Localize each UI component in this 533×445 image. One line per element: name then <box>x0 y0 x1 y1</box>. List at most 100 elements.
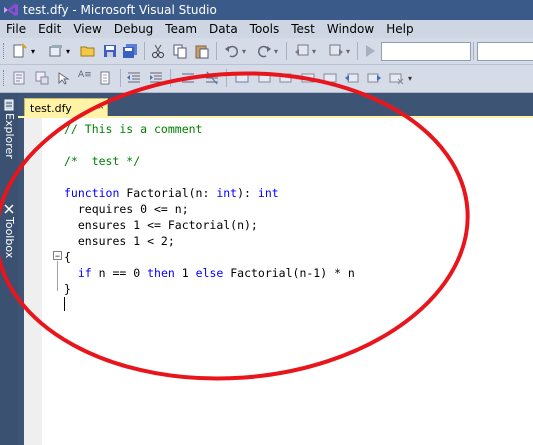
clear-bookmarks-icon[interactable] <box>388 70 404 86</box>
code-token: int <box>216 186 238 200</box>
menu-file[interactable]: File <box>0 22 32 36</box>
open-file-icon[interactable] <box>80 43 96 59</box>
save-icon[interactable] <box>102 43 118 59</box>
code-text[interactable]: // This is a comment /* test */ function F… <box>64 121 355 297</box>
toolbar-grip[interactable] <box>3 70 7 86</box>
code-line[interactable] <box>64 169 355 185</box>
code-line[interactable] <box>64 137 355 153</box>
toggle-bookmark-icon[interactable] <box>234 70 250 86</box>
complete-word-icon[interactable] <box>98 70 114 86</box>
copy-icon[interactable] <box>172 43 188 59</box>
text-cursor <box>64 297 65 311</box>
increase-indent-icon[interactable] <box>148 70 164 86</box>
document-tab-label: test.dfy <box>30 102 72 115</box>
navigate-backward-icon[interactable] <box>294 43 310 59</box>
toolbar-separator <box>473 42 474 60</box>
previous-bookmark-in-document-icon[interactable] <box>344 70 360 86</box>
solution-platform-combo[interactable] <box>477 42 533 61</box>
collapse-region-icon[interactable]: − <box>53 251 62 261</box>
code-token: if <box>77 266 92 280</box>
new-project-icon[interactable] <box>12 43 28 59</box>
toolbar-separator <box>120 69 121 87</box>
toolbox-label: Toolbox <box>3 217 16 259</box>
paste-icon[interactable] <box>194 43 210 59</box>
toolbar-overflow-icon[interactable]: ▾ <box>408 74 412 83</box>
previous-bookmark-in-folder-icon[interactable] <box>300 70 316 86</box>
object-list-icon[interactable] <box>12 70 28 86</box>
menu-data[interactable]: Data <box>203 22 244 36</box>
document-tab-test-dfy[interactable]: test.dfy × <box>24 98 108 118</box>
code-token: } <box>64 282 71 296</box>
next-bookmark-icon[interactable] <box>278 70 294 86</box>
code-line[interactable]: ensures 1 <= Factorial(n); <box>64 217 355 233</box>
code-token: int <box>257 186 279 200</box>
menu-bar: File Edit View Debug Team Data Tools Tes… <box>0 20 533 38</box>
cut-icon[interactable] <box>150 43 166 59</box>
undo-dropdown-icon[interactable]: ▾ <box>242 47 246 56</box>
decrease-indent-icon[interactable] <box>126 70 142 86</box>
menu-edit[interactable]: Edit <box>32 22 67 36</box>
code-line[interactable]: } <box>64 281 355 297</box>
text-editor-toolbar: A≡ ▾ <box>0 65 533 93</box>
navigate-forward-dropdown-icon[interactable]: ▾ <box>346 47 350 56</box>
code-line[interactable]: if n == 0 then 1 else Factorial(n-1) * n <box>64 265 355 281</box>
code-token: requires 0 <= n; <box>64 202 189 216</box>
uncomment-lines-icon[interactable] <box>204 70 220 86</box>
navigate-forward-icon[interactable] <box>328 43 344 59</box>
menu-window[interactable]: Window <box>321 22 380 36</box>
toolbar-grip[interactable] <box>3 43 7 59</box>
code-token: Factorial(n: <box>119 186 217 200</box>
code-line[interactable]: ensures 1 < 2; <box>64 233 355 249</box>
code-token: Factorial(n-1) * n <box>223 266 355 280</box>
save-all-icon[interactable] <box>122 43 138 59</box>
menu-debug[interactable]: Debug <box>108 22 159 36</box>
code-line[interactable]: { <box>64 249 355 265</box>
menu-view[interactable]: View <box>67 22 107 36</box>
code-token: /* test */ <box>64 154 141 168</box>
code-token: // This is a comment <box>64 122 203 136</box>
server-explorer-icon[interactable] <box>3 99 15 111</box>
code-line[interactable]: // This is a comment <box>64 121 355 137</box>
code-token: 1 <box>174 266 196 280</box>
toolbar-separator <box>216 42 217 60</box>
code-line[interactable]: function Factorial(n: int): int <box>64 185 355 201</box>
navigate-backward-dropdown-icon[interactable]: ▾ <box>312 47 316 56</box>
redo-icon[interactable] <box>256 43 272 59</box>
next-bookmark-in-folder-icon[interactable] <box>322 70 338 86</box>
member-list-icon[interactable] <box>34 70 50 86</box>
left-dock-panel: Server Explorer Toolbox <box>0 93 29 445</box>
toolbar-separator <box>144 42 145 60</box>
menu-team[interactable]: Team <box>159 22 203 36</box>
code-token: ensures 1 < 2; <box>64 234 175 248</box>
add-item-dropdown-icon[interactable]: ▾ <box>66 47 70 56</box>
new-project-dropdown-icon[interactable]: ▾ <box>31 47 35 56</box>
add-item-icon[interactable] <box>48 43 64 59</box>
toolbar-separator <box>286 42 287 60</box>
window-title: test.dfy - Microsoft Visual Studio <box>23 3 217 17</box>
menu-tools[interactable]: Tools <box>244 22 286 36</box>
code-token: function <box>64 186 120 200</box>
undo-icon[interactable] <box>224 43 240 59</box>
code-token: { <box>64 250 71 264</box>
toolbar-separator <box>170 69 171 87</box>
menu-test[interactable]: Test <box>285 22 321 36</box>
toolbar-separator <box>226 69 227 87</box>
menu-help[interactable]: Help <box>380 22 419 36</box>
code-line[interactable]: requires 0 <= n; <box>64 201 355 217</box>
code-token: ensures 1 <= Factorial(n); <box>64 218 258 232</box>
toolbox-icon[interactable] <box>3 203 15 215</box>
close-tab-icon[interactable]: × <box>98 101 104 113</box>
code-line[interactable]: /* test */ <box>64 153 355 169</box>
previous-bookmark-icon[interactable] <box>256 70 272 86</box>
quick-info-icon[interactable]: A≡ <box>78 70 94 86</box>
code-token: else <box>195 266 224 280</box>
code-token: n == 0 <box>91 266 148 280</box>
code-token: ): <box>237 186 258 200</box>
solution-configuration-combo[interactable] <box>381 42 471 61</box>
next-bookmark-in-document-icon[interactable] <box>366 70 382 86</box>
parameter-info-icon[interactable] <box>56 70 72 86</box>
comment-lines-icon[interactable] <box>180 70 196 86</box>
redo-dropdown-icon[interactable]: ▾ <box>274 47 278 56</box>
start-debugging-icon[interactable] <box>362 43 378 59</box>
